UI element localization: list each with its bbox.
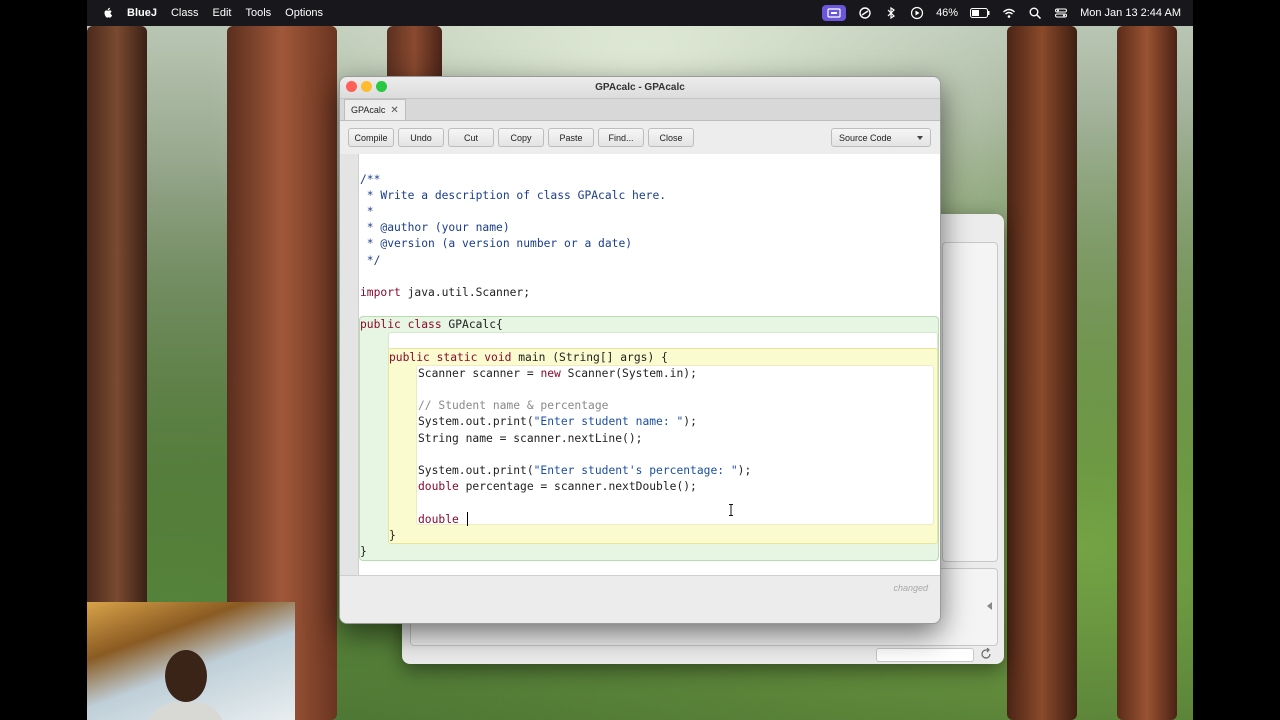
play-icon[interactable] bbox=[910, 6, 924, 20]
collapse-arrow-icon[interactable] bbox=[986, 602, 994, 610]
tab-gpacalc[interactable]: GPAcalc ✕ bbox=[344, 99, 406, 120]
control-center-icon[interactable] bbox=[1054, 6, 1068, 20]
code-line: // Student name & percentage bbox=[418, 399, 609, 412]
zoom-window-button[interactable] bbox=[376, 81, 387, 92]
ibeam-cursor-icon bbox=[729, 504, 733, 516]
menu-options[interactable]: Options bbox=[285, 7, 323, 19]
status-changed-label: changed bbox=[893, 583, 928, 593]
menu-tools[interactable]: Tools bbox=[245, 7, 271, 19]
wifi-icon[interactable] bbox=[1002, 6, 1016, 20]
text-cursor bbox=[466, 512, 468, 526]
tab-label: GPAcalc bbox=[351, 105, 386, 115]
code-line: Scanner scanner = new Scanner(System.in)… bbox=[418, 367, 697, 380]
battery-percent: 46% bbox=[936, 7, 959, 19]
line-gutter[interactable] bbox=[340, 154, 359, 575]
cut-button[interactable]: Cut bbox=[448, 128, 494, 147]
apple-icon[interactable] bbox=[101, 6, 115, 20]
menu-class[interactable]: Class bbox=[171, 7, 199, 19]
status-bar: changed bbox=[340, 575, 940, 623]
refresh-icon[interactable] bbox=[980, 648, 992, 660]
code-line: } bbox=[389, 529, 396, 542]
code-line: * @version (a version number or a date) bbox=[360, 237, 633, 250]
clock[interactable]: Mon Jan 13 2:44 AM bbox=[1080, 7, 1181, 19]
chevron-down-icon bbox=[917, 136, 923, 140]
paste-button[interactable]: Paste bbox=[548, 128, 594, 147]
window-title: GPAcalc - GPAcalc bbox=[595, 82, 685, 93]
background-window-input[interactable] bbox=[876, 648, 974, 662]
battery-icon[interactable] bbox=[970, 8, 990, 18]
extension-icon[interactable] bbox=[858, 6, 872, 20]
menu-app-bluej[interactable]: BlueJ bbox=[127, 7, 157, 19]
bluetooth-icon[interactable] bbox=[884, 6, 898, 20]
code-line: System.out.print("Enter student name: ")… bbox=[418, 415, 697, 428]
minimize-window-button[interactable] bbox=[361, 81, 372, 92]
editor-window[interactable]: GPAcalc - GPAcalc GPAcalc ✕ Compile Undo… bbox=[339, 76, 941, 624]
code-line-current: double bbox=[418, 512, 468, 528]
close-button[interactable]: Close bbox=[648, 128, 694, 147]
tree-trunk bbox=[1007, 26, 1077, 720]
tab-strip: GPAcalc ✕ bbox=[340, 99, 940, 121]
title-bar[interactable]: GPAcalc - GPAcalc bbox=[340, 77, 940, 99]
screen-recording-icon[interactable] bbox=[822, 5, 847, 21]
background-window-panel bbox=[942, 242, 998, 562]
tree-trunk bbox=[1117, 26, 1177, 720]
menu-edit[interactable]: Edit bbox=[212, 7, 231, 19]
code-line: import java.util.Scanner; bbox=[360, 286, 531, 299]
code-line: /** bbox=[360, 173, 381, 186]
webcam-person bbox=[147, 650, 225, 720]
code-line: */ bbox=[360, 254, 381, 267]
find-button[interactable]: Find... bbox=[598, 128, 644, 147]
code-line: * @author (your name) bbox=[360, 221, 510, 234]
close-tab-icon[interactable]: ✕ bbox=[390, 105, 398, 116]
copy-button[interactable]: Copy bbox=[498, 128, 544, 147]
compile-button[interactable]: Compile bbox=[348, 128, 394, 147]
close-window-button[interactable] bbox=[346, 81, 357, 92]
code-line: } bbox=[360, 545, 367, 558]
undo-button[interactable]: Undo bbox=[398, 128, 444, 147]
search-icon[interactable] bbox=[1028, 6, 1042, 20]
view-mode-select[interactable]: Source Code bbox=[831, 128, 931, 147]
code-line: public class GPAcalc{ bbox=[360, 318, 503, 331]
code-line: * Write a description of class GPAcalc h… bbox=[360, 189, 667, 202]
toolbar: Compile Undo Cut Copy Paste Find... Clos… bbox=[340, 121, 940, 157]
code-line: public static void main (String[] args) … bbox=[389, 351, 668, 364]
code-line: * bbox=[360, 205, 374, 218]
code-line: double percentage = scanner.nextDouble()… bbox=[418, 480, 697, 493]
view-mode-value: Source Code bbox=[839, 132, 892, 143]
menu-bar: BlueJ Class Edit Tools Options 46% Mon J… bbox=[87, 0, 1193, 26]
code-editor[interactable]: /** * Write a description of class GPAca… bbox=[340, 154, 940, 575]
webcam-overlay bbox=[87, 602, 295, 720]
code-line: String name = scanner.nextLine(); bbox=[418, 432, 643, 445]
code-line: System.out.print("Enter student's percen… bbox=[418, 464, 752, 477]
